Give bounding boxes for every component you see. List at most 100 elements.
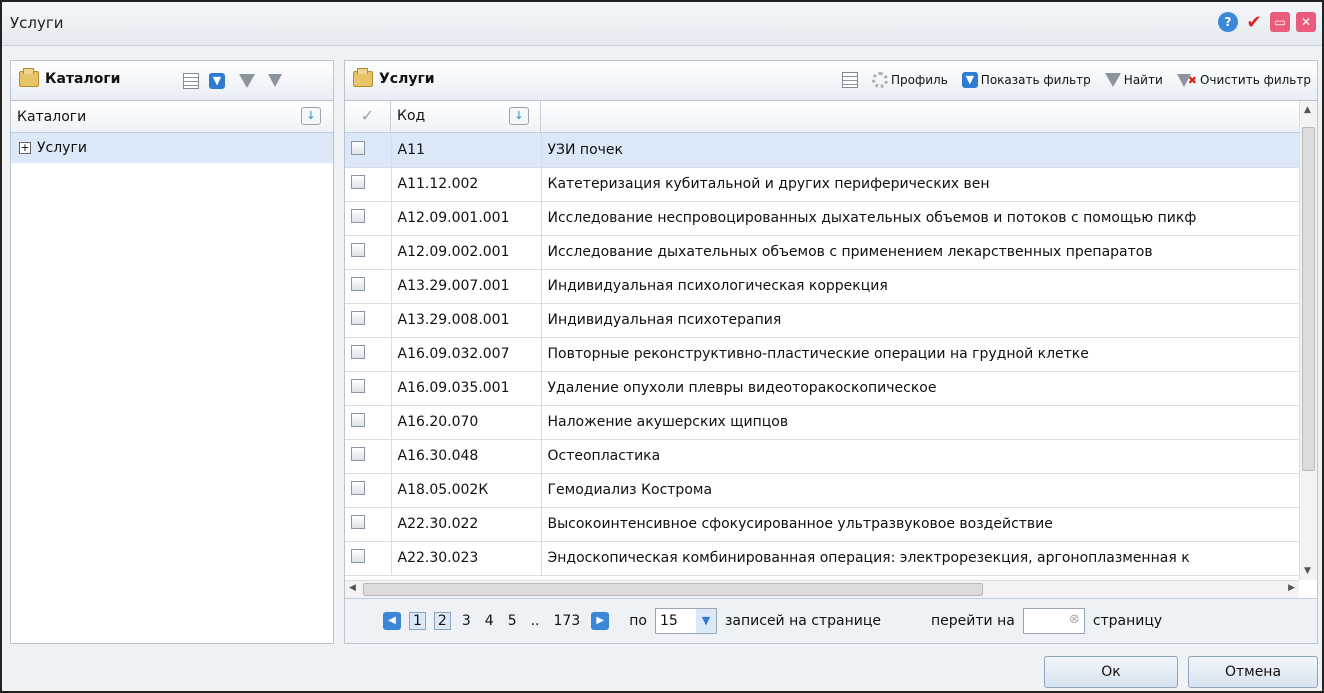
name-cell: Высокоинтенсивное сфокусированное ультра… [541, 507, 1299, 542]
code-cell: A12.09.001.001 [391, 201, 542, 236]
chevron-down-icon[interactable]: ▼ [695, 609, 716, 633]
help-icon[interactable]: ? [1218, 12, 1238, 32]
scroll-right-icon[interactable]: ▶ [1288, 583, 1295, 593]
row-checkbox-cell [345, 133, 392, 168]
catalogs-column-header[interactable]: Каталоги ↓ [11, 101, 333, 133]
window-title: Услуги [10, 14, 64, 32]
name-cell: Исследование дыхательных объемов с приме… [541, 235, 1299, 270]
row-checkbox[interactable] [351, 311, 365, 325]
goto-page-input[interactable]: ⊗ [1022, 608, 1085, 634]
table-row[interactable]: A16.09.035.001 Удаление опухоли плевры ви… [345, 371, 1299, 406]
row-checkbox[interactable] [351, 515, 365, 529]
code-cell: A16.09.032.007 [391, 337, 542, 372]
code-cell: A22.30.022 [391, 507, 542, 542]
table-row[interactable]: A11.12.002 Катетеризация кубитальной и др… [345, 167, 1299, 202]
vertical-scroll-thumb[interactable] [1302, 127, 1315, 471]
per-page-select[interactable]: 15 ▼ [654, 608, 717, 634]
name-cell: Наложение акушерских щипцов [541, 405, 1299, 440]
code-cell: A22.30.023 [391, 541, 542, 576]
horizontal-scroll-thumb[interactable] [363, 583, 983, 596]
close-icon[interactable]: ✕ [1296, 12, 1316, 32]
table-row[interactable]: A12.09.001.001 Исследование неспровоциров… [345, 201, 1299, 236]
folder-icon [19, 68, 39, 87]
table-row[interactable]: A16.09.032.007 Повторные реконструктивно-… [345, 337, 1299, 372]
page-ellipsis: .. [530, 613, 540, 629]
row-checkbox[interactable] [351, 481, 365, 495]
table-row[interactable]: A22.30.023 Эндоскопическая комбинированна… [345, 541, 1299, 576]
code-cell: A16.09.035.001 [391, 371, 542, 406]
filter-icon[interactable] [239, 74, 255, 88]
row-checkbox[interactable] [351, 277, 365, 291]
goto-suffix: страницу [1092, 613, 1163, 629]
table-row[interactable]: A11 УЗИ почек [345, 133, 1299, 168]
scroll-left-icon[interactable]: ◀ [349, 583, 356, 593]
row-checkbox[interactable] [351, 140, 365, 155]
name-cell: Удаление опухоли плевры видеоторакоскопи… [541, 371, 1299, 406]
scroll-up-icon[interactable]: ▲ [1304, 105, 1311, 115]
page-link[interactable]: 3 [459, 613, 474, 629]
catalogs-column-label: Каталоги [17, 109, 87, 125]
expand-down-icon[interactable]: ▼ [209, 73, 225, 89]
name-cell: УЗИ почек [541, 133, 1299, 168]
row-checkbox[interactable] [351, 209, 365, 223]
code-cell: A11.12.002 [391, 167, 542, 202]
row-checkbox[interactable] [351, 447, 365, 461]
clear-filter-icon[interactable] [268, 74, 282, 87]
ok-button[interactable]: Ок [1044, 656, 1178, 688]
row-checkbox-cell [345, 507, 392, 542]
clear-input-icon[interactable]: ⊗ [1069, 612, 1080, 627]
page-link[interactable]: 173 [551, 613, 584, 629]
row-checkbox[interactable] [351, 175, 365, 189]
row-checkbox-cell [345, 337, 392, 372]
name-cell: Гемодиализ Кострома [541, 473, 1299, 508]
row-checkbox-cell [345, 371, 392, 406]
row-checkbox[interactable] [351, 345, 365, 359]
row-checkbox-cell [345, 269, 392, 304]
columns-icon[interactable] [183, 73, 199, 89]
cancel-button[interactable]: Отмена [1188, 656, 1318, 688]
row-checkbox[interactable] [351, 413, 365, 427]
per-page-prefix: по [629, 613, 647, 629]
tree-node-services[interactable]: + Услуги [11, 133, 333, 163]
row-checkbox[interactable] [351, 379, 365, 393]
page-link[interactable]: 1 [409, 612, 426, 630]
table-row[interactable]: A13.29.008.001 Индивидуальная психотерапи… [345, 303, 1299, 338]
name-cell: Индивидуальная психотерапия [541, 303, 1299, 338]
checkmark-icon[interactable]: ✔ [1244, 12, 1264, 33]
table-row[interactable]: A16.20.070 Наложение акушерских щипцов [345, 405, 1299, 440]
row-checkbox-cell [345, 405, 392, 440]
page-link[interactable]: 4 [482, 613, 497, 629]
expand-plus-icon[interactable]: + [19, 142, 31, 154]
page-link[interactable]: 2 [433, 612, 451, 630]
code-cell: A13.29.007.001 [391, 269, 542, 304]
code-cell: A18.05.002К [391, 473, 542, 508]
table-row[interactable]: A13.29.007.001 Индивидуальная психологиче… [345, 269, 1299, 304]
row-checkbox-cell [345, 167, 392, 202]
name-cell: Исследование неспровоцированных дыхатель… [541, 201, 1299, 236]
table-row[interactable]: A12.09.002.001 Исследование дыхательных о… [345, 235, 1299, 270]
sort-icon[interactable]: ↓ [301, 107, 321, 125]
name-cell: Остеопластика [541, 439, 1299, 474]
vertical-scrollbar[interactable]: ▲ ▼ [1299, 101, 1317, 580]
row-checkbox[interactable] [351, 549, 365, 563]
services-grid-viewport: A11 УЗИ почек A11.12.002 Катетеризация куби… [345, 61, 1299, 580]
tree-node-label: Услуги [37, 140, 87, 156]
row-checkbox[interactable] [351, 243, 365, 257]
table-row[interactable]: A18.05.002К Гемодиализ Кострома [345, 473, 1299, 508]
per-page-value: 15 [659, 613, 678, 629]
code-cell: A13.29.008.001 [391, 303, 542, 338]
table-row[interactable]: A22.30.022 Высокоинтенсивное сфокусирован… [345, 507, 1299, 542]
table-row[interactable]: A16.30.048 Остеопластика [345, 439, 1299, 474]
page-link[interactable]: 5 [505, 613, 520, 629]
name-cell: Индивидуальная психологическая коррекция [541, 269, 1299, 304]
code-cell: A12.09.002.001 [391, 235, 542, 270]
row-checkbox-cell [345, 201, 392, 236]
row-checkbox-cell [345, 235, 392, 270]
prev-page-icon[interactable]: ◀ [383, 612, 401, 630]
catalogs-panel: Каталоги ▼ Каталоги ↓ + Услуги [10, 60, 334, 644]
minimize-icon[interactable]: ▭ [1270, 12, 1290, 32]
services-table: A11 УЗИ почек A11.12.002 Катетеризация куби… [345, 133, 1299, 576]
scroll-down-icon[interactable]: ▼ [1304, 566, 1311, 576]
horizontal-scrollbar[interactable]: ◀ ▶ [345, 580, 1299, 598]
next-page-icon[interactable]: ▶ [591, 612, 610, 630]
